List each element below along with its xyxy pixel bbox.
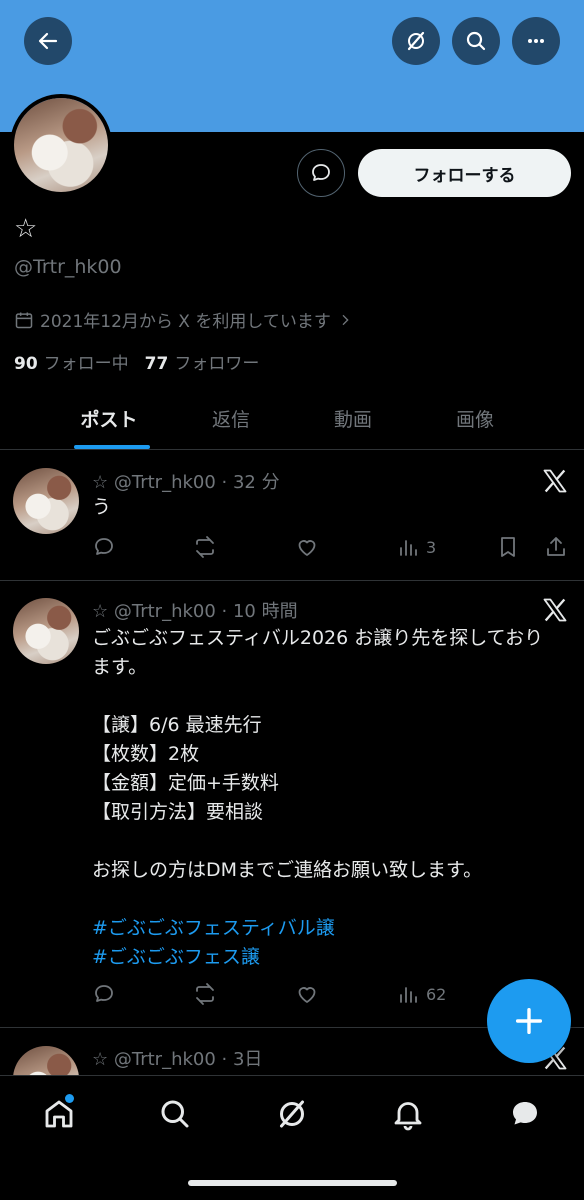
bookmark-icon: [501, 537, 515, 557]
reply-button[interactable]: [92, 535, 116, 559]
tab-images[interactable]: 画像: [414, 390, 536, 449]
like-button[interactable]: [295, 535, 319, 559]
post-item[interactable]: ☆ @Trtr_hk00 · 32 分 う 3: [0, 451, 584, 581]
calendar-icon: [15, 312, 33, 328]
repost-icon: [196, 536, 214, 558]
search-button[interactable]: [452, 17, 500, 65]
like-button[interactable]: [295, 982, 319, 1006]
following-count: 90: [14, 354, 38, 374]
followers-link[interactable]: 77 フォロワー: [145, 349, 260, 374]
arrow-left-icon: [38, 32, 58, 50]
heart-icon: [298, 540, 316, 556]
hashtag-link[interactable]: #ごぶごぶフェス譲: [92, 943, 562, 972]
home-indicator: [188, 1180, 397, 1186]
reply-button[interactable]: [92, 982, 116, 1006]
tab-posts[interactable]: ポスト: [48, 390, 170, 449]
post-avatar[interactable]: [13, 468, 79, 534]
bookmark-button[interactable]: [496, 535, 520, 559]
share-icon: [547, 537, 565, 556]
more-button[interactable]: [512, 17, 560, 65]
notification-dot: [65, 1094, 74, 1103]
bottom-nav: [0, 1075, 584, 1200]
x-logo-icon[interactable]: [541, 596, 569, 624]
views-count: 3: [426, 537, 437, 557]
views-count: 62: [426, 984, 447, 1004]
post-meta: ☆ @Trtr_hk00 · 10 時間: [92, 601, 298, 622]
tab-videos[interactable]: 動画: [292, 390, 414, 449]
following-label: フォロー中: [43, 354, 129, 374]
following-link[interactable]: 90 フォロー中: [14, 349, 129, 374]
more-dots-icon: [528, 39, 544, 43]
grok-icon: [280, 1100, 304, 1128]
views-button[interactable]: 3: [396, 535, 436, 559]
bell-icon: [394, 1102, 422, 1131]
x-logo-icon[interactable]: [541, 467, 569, 495]
profile-tabs: ポスト 返信 動画 画像: [0, 390, 584, 450]
plus-icon: [515, 1007, 543, 1035]
search-icon: [466, 31, 486, 51]
nav-grok[interactable]: [274, 1096, 310, 1132]
post-item[interactable]: ☆ @Trtr_hk00 · 10 時間 ごぶごぶフェスティバル2026 お譲り…: [0, 581, 584, 1028]
followers-label: フォロワー: [174, 354, 260, 374]
tab-replies[interactable]: 返信: [170, 390, 292, 449]
joined-text: 2021年12月から X を利用しています: [40, 312, 331, 332]
post-avatar[interactable]: [13, 598, 79, 664]
message-button[interactable]: [297, 149, 345, 197]
chevron-right-icon: [342, 314, 349, 325]
nav-home[interactable]: [41, 1094, 77, 1132]
joined-date[interactable]: 2021年12月から X を利用しています: [14, 307, 353, 332]
post-actions: 3: [92, 535, 572, 561]
repost-icon: [196, 983, 214, 1005]
reply-icon: [95, 985, 113, 1002]
follow-button[interactable]: フォローする: [358, 149, 571, 197]
nav-search[interactable]: [157, 1096, 193, 1132]
profile-handle: @Trtr_hk00: [14, 256, 122, 278]
post-avatar[interactable]: [13, 1046, 79, 1075]
back-button[interactable]: [24, 17, 72, 65]
grok-button[interactable]: [392, 17, 440, 65]
heart-icon: [298, 987, 316, 1003]
post-meta: ☆ @Trtr_hk00 · 32 分: [92, 472, 280, 493]
nav-messages[interactable]: [507, 1096, 543, 1132]
repost-button[interactable]: [193, 982, 217, 1006]
post-body: う: [92, 496, 112, 518]
profile-avatar[interactable]: [10, 94, 112, 196]
profile-name: ☆: [14, 214, 38, 244]
chat-bubble-icon: [513, 1102, 537, 1125]
nav-notifications[interactable]: [390, 1096, 426, 1132]
reply-icon: [95, 538, 113, 555]
follow-counts: 90 フォロー中 77 フォロワー: [14, 349, 259, 374]
search-icon: [161, 1100, 189, 1128]
repost-button[interactable]: [193, 535, 217, 559]
compose-button[interactable]: [487, 979, 571, 1063]
grok-icon: [407, 31, 425, 51]
share-button[interactable]: [544, 535, 568, 559]
followers-count: 77: [144, 354, 169, 374]
views-button[interactable]: 62: [396, 982, 446, 1006]
hashtag-link[interactable]: #ごぶごぶフェスティバル譲: [92, 914, 562, 943]
views-chart-icon: [400, 987, 417, 1003]
views-chart-icon: [400, 540, 417, 556]
post-meta: ☆ @Trtr_hk00 · 3日: [92, 1049, 263, 1070]
post-body: ごぶごぶフェスティバル2026 お譲り先を探しております。 【譲】6/6 最速先…: [92, 624, 562, 972]
chat-bubble-icon: [312, 164, 330, 181]
